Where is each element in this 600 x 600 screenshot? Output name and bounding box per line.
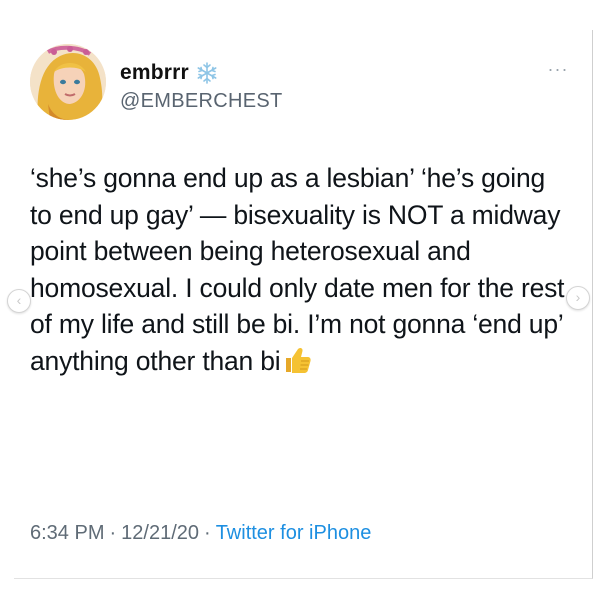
tweet-meta: 6:34 PM · 12/21/20 · Twitter for iPhone <box>30 522 371 545</box>
more-options-button[interactable]: ··· <box>540 60 576 82</box>
tweet-date[interactable]: 12/21/20 <box>121 522 199 544</box>
display-name[interactable]: embrrr <box>120 61 189 85</box>
tweet-body: ‘she’s gonna end up as a lesbian’ ‘he’s … <box>30 163 565 376</box>
thumbs-up-icon <box>282 346 312 374</box>
carousel-prev-button[interactable]: ‹ <box>7 289 31 313</box>
author-handle[interactable]: @EMBERCHEST <box>120 90 283 113</box>
meta-separator: · <box>109 522 117 544</box>
post-frame: embrrr @EMBERCHEST ··· ‘she’s gonna end … <box>0 0 600 600</box>
author-name-row: embrrr <box>120 60 219 86</box>
snowflake-icon <box>195 61 219 85</box>
carousel-next-button[interactable]: › <box>566 286 590 310</box>
cartoon-avatar-icon <box>30 44 106 120</box>
meta-separator: · <box>204 522 211 544</box>
tweet-time: 6:34 PM <box>30 522 105 544</box>
tweet-source-link[interactable]: Twitter for iPhone <box>216 522 372 544</box>
tweet-text: ‘she’s gonna end up as a lesbian’ ‘he’s … <box>30 160 570 379</box>
avatar[interactable] <box>30 44 106 120</box>
